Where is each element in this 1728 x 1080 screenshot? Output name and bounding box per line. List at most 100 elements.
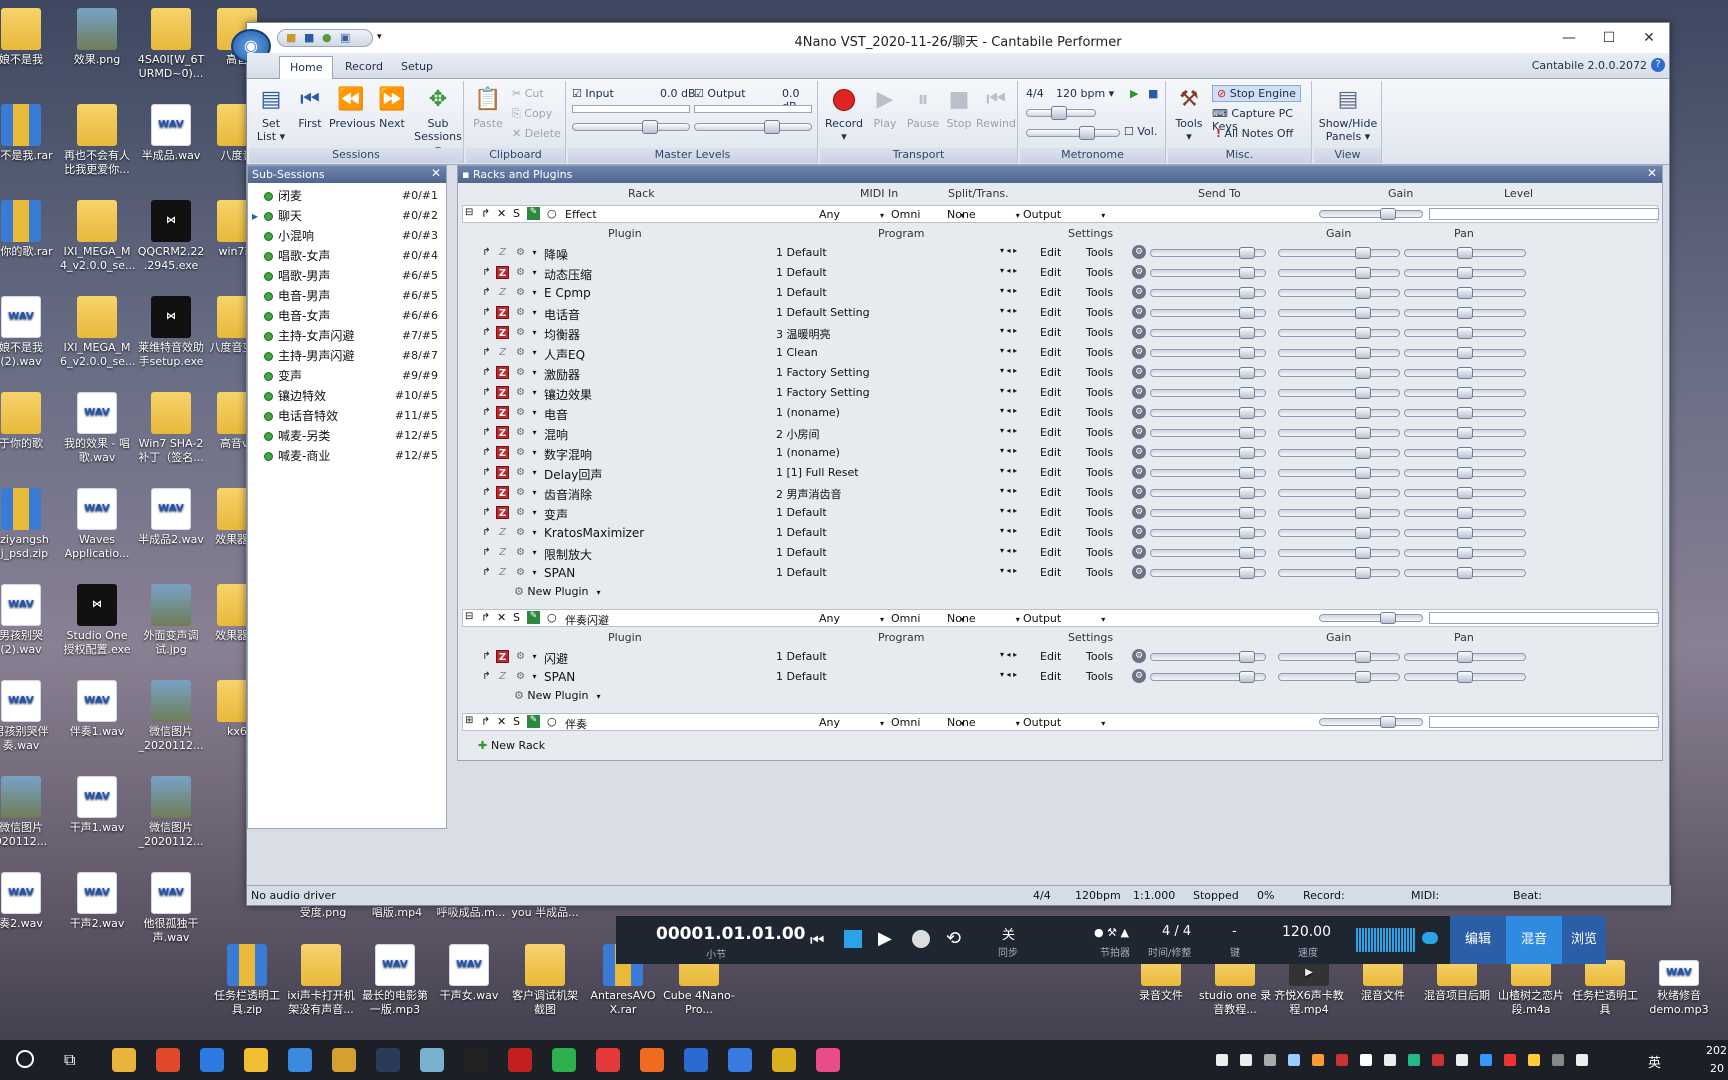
output-level-thumb[interactable] xyxy=(764,120,781,134)
sub-session-item[interactable]: 变声 #9/#9 xyxy=(248,366,446,386)
plugin-gain-slider[interactable] xyxy=(1278,347,1400,359)
desktop-icon[interactable]: WAV 干声1.wav xyxy=(60,776,134,835)
plugin-row[interactable]: ↱ Z ⚙ ▾ 动态压缩 1 Default ▾ ◂ ▸ Edit Tools ⚙ xyxy=(480,263,1658,283)
slider-thumb[interactable] xyxy=(1239,651,1255,663)
slider-thumb[interactable] xyxy=(1355,467,1371,479)
plugin-gear-icon[interactable]: ⚙ xyxy=(514,326,527,339)
cut-button[interactable]: ✂ Cut xyxy=(512,87,544,100)
plugin-gear-icon[interactable]: ⚙ xyxy=(514,306,527,319)
route-icon[interactable]: ↱ xyxy=(480,486,493,499)
send-to-select[interactable]: Output ▾ xyxy=(1023,716,1105,729)
tray-icon[interactable] xyxy=(1384,1054,1396,1066)
slider-thumb[interactable] xyxy=(1457,347,1473,359)
plugin-pan-slider[interactable] xyxy=(1404,527,1526,539)
plugin-pan-slider[interactable] xyxy=(1404,307,1526,319)
tray-icon[interactable] xyxy=(1216,1054,1228,1066)
sub-sessions-button[interactable]: ✥Sub Sessions ▾ xyxy=(413,85,463,156)
route-icon[interactable]: ↱ xyxy=(481,207,490,220)
metronome-volume-thumb[interactable] xyxy=(1079,126,1095,140)
plugin-menu-icon[interactable]: ▾ xyxy=(528,386,541,399)
desktop-icon[interactable]: 娘不是我.rar xyxy=(0,104,58,163)
rack-edit-icon[interactable]: ✎ xyxy=(527,207,540,220)
plugin-level-slider[interactable] xyxy=(1150,267,1266,279)
plugin-gear-icon[interactable]: ⚙ xyxy=(514,366,527,379)
plugin-pan-slider[interactable] xyxy=(1404,287,1526,299)
slider-thumb[interactable] xyxy=(1239,347,1255,359)
plugin-menu-icon[interactable]: ▾ xyxy=(528,346,541,359)
sub-session-item[interactable]: 主持-女声闪避 #7/#5 xyxy=(248,326,446,346)
desktop-icon[interactable]: WAV 半成品.wav xyxy=(134,104,208,163)
desktop-icon[interactable]: WAV 男孩别哭伴奏.wav xyxy=(0,680,58,753)
gear-icon[interactable]: ⚙ xyxy=(1132,485,1146,499)
tools-button[interactable]: Tools xyxy=(1086,346,1113,359)
slider-thumb[interactable] xyxy=(1457,427,1473,439)
search-icon[interactable] xyxy=(16,1050,34,1068)
plugin-level-slider[interactable] xyxy=(1150,407,1266,419)
slider-thumb[interactable] xyxy=(1239,547,1255,559)
tray-icon[interactable] xyxy=(1336,1054,1348,1066)
desktop-icon[interactable]: IXI_MEGA_M 4_v2.0.0_se... xyxy=(60,200,136,273)
sub-session-item[interactable]: 主持-男声闪避 #8/#7 xyxy=(248,346,446,366)
plugin-pan-slider[interactable] xyxy=(1404,487,1526,499)
taskbar-app-icon[interactable] xyxy=(640,1048,664,1072)
rack-header[interactable]: ⊟ ↱ ✕ S ✎ ○ Effect Any ▾ Omni ▾ None ▾ Output ▾ xyxy=(462,205,1659,223)
stop-button[interactable]: ■ Stop xyxy=(944,85,974,130)
toggle-icon[interactable] xyxy=(1422,932,1438,944)
program-nav-icon[interactable]: ▾ ◂ ▸ xyxy=(1000,266,1017,275)
plugin-gain-slider[interactable] xyxy=(1278,247,1400,259)
plugin-bypass-icon[interactable]: Z xyxy=(496,506,509,519)
tray-icon[interactable] xyxy=(1240,1054,1252,1066)
sub-session-item[interactable]: 镶边特效 #10/#5 xyxy=(248,386,446,406)
edit-button[interactable]: Edit xyxy=(1040,486,1061,499)
program-select[interactable]: 1 Default xyxy=(776,286,827,299)
plugin-gear-icon[interactable]: ⚙ xyxy=(514,526,527,539)
tools-button[interactable]: Tools xyxy=(1086,386,1113,399)
edit-button[interactable]: Edit xyxy=(1040,366,1061,379)
plugin-bypass-icon[interactable]: Z xyxy=(496,446,509,459)
plugin-level-slider[interactable] xyxy=(1150,447,1266,459)
task-view-icon[interactable]: ⧉ xyxy=(64,1050,75,1070)
rack-gain-slider[interactable] xyxy=(1319,716,1423,728)
edit-button[interactable]: Edit xyxy=(1040,650,1061,663)
desktop-icon[interactable]: 录音文件 xyxy=(1124,960,1198,1003)
plugin-gear-icon[interactable]: ⚙ xyxy=(514,346,527,359)
rack-edit-icon[interactable]: ✎ xyxy=(527,611,540,624)
plugin-row[interactable]: ↱ Z ⚙ ▾ 人声EQ 1 Clean ▾ ◂ ▸ Edit Tools ⚙ xyxy=(480,343,1658,363)
plugin-gain-slider[interactable] xyxy=(1278,447,1400,459)
sub-session-item[interactable]: 闭麦 #0/#1 xyxy=(248,186,446,206)
taskbar-app-icon[interactable] xyxy=(200,1048,224,1072)
slider-thumb[interactable] xyxy=(1457,467,1473,479)
slider-thumb[interactable] xyxy=(1355,287,1371,299)
desktop-icon[interactable]: 客户调试机架截图 xyxy=(508,944,582,1017)
edit-button[interactable]: Edit xyxy=(1040,266,1061,279)
sync-value[interactable]: 关 xyxy=(1002,924,1015,943)
edit-button[interactable]: Edit xyxy=(1040,306,1061,319)
tab-mix[interactable]: 混音 xyxy=(1506,916,1562,964)
route-icon[interactable]: ↱ xyxy=(480,670,493,683)
loop-icon[interactable]: ⟲ xyxy=(946,928,961,949)
sub-session-item[interactable]: 电音-男声 #6/#5 xyxy=(248,286,446,306)
desktop-icon[interactable]: 山楂树之恋片段.m4a xyxy=(1494,960,1568,1017)
sub-session-item[interactable]: 喊麦-另类 #12/#5 xyxy=(248,426,446,446)
collapse-icon[interactable]: ⊟ xyxy=(465,611,473,622)
plugin-bypass-icon[interactable]: Z xyxy=(496,386,509,399)
route-icon[interactable]: ↱ xyxy=(480,266,493,279)
route-icon[interactable]: ↱ xyxy=(480,506,493,519)
slider-thumb[interactable] xyxy=(1239,267,1255,279)
program-nav-icon[interactable]: ▾ ◂ ▸ xyxy=(1000,506,1017,515)
first-button[interactable]: ⏮ First xyxy=(293,85,327,130)
plugin-level-slider[interactable] xyxy=(1150,487,1266,499)
desktop-icon[interactable]: 于你的歌 xyxy=(0,392,58,451)
plugin-gain-slider[interactable] xyxy=(1278,487,1400,499)
tempo-value[interactable]: 120.00 xyxy=(1282,924,1331,940)
tempo-value[interactable]: 120 bpm ▾ xyxy=(1056,87,1114,100)
plugin-level-slider[interactable] xyxy=(1150,671,1266,683)
plugin-bypass-icon[interactable]: Z xyxy=(496,670,509,683)
gear-icon[interactable]: ⚙ xyxy=(1132,445,1146,459)
program-select[interactable]: 1 Default xyxy=(776,670,827,683)
desktop-icon[interactable]: Win7 SHA-2 补丁（签名... xyxy=(134,392,208,465)
route-icon[interactable]: ↱ xyxy=(480,366,493,379)
tray-icon[interactable] xyxy=(1504,1054,1516,1066)
solo-icon[interactable]: S xyxy=(513,611,520,624)
plugin-level-slider[interactable] xyxy=(1150,287,1266,299)
